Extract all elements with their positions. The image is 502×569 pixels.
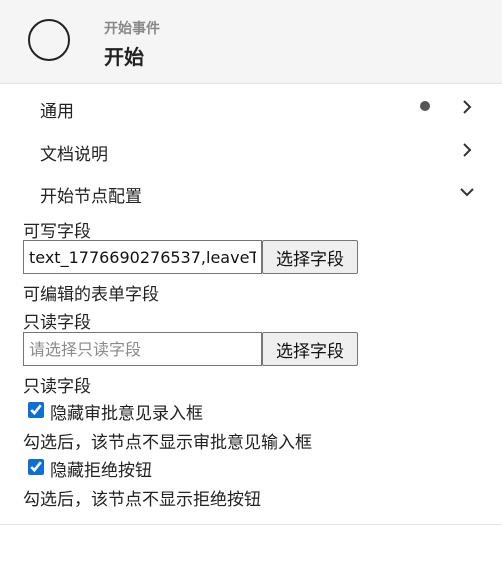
hide-reject-checkbox[interactable] [28,459,44,475]
section-documentation-label: 文档说明 [40,145,108,165]
hide-opinion-checkbox[interactable] [28,402,44,418]
writable-fields-input[interactable] [23,240,262,274]
readonly-fields-label: 只读字段 [23,313,91,333]
hide-reject-hint: 勾选后，该节点不显示拒绝按钮 [23,490,261,510]
hide-opinion-label[interactable]: 隐藏审批意见录入框 [50,399,203,424]
section-start-config-label: 开始节点配置 [40,187,142,207]
readonly-select-field-button[interactable]: 选择字段 [262,332,358,366]
writable-fields-label: 可写字段 [23,222,91,242]
writable-fields-hint: 可编辑的表单字段 [23,285,159,305]
element-type-label: 开始事件 [104,21,160,37]
hide-opinion-hint: 勾选后，该节点不显示审批意见输入框 [23,433,312,453]
section-general-label: 通用 [40,102,74,122]
chevron-right-icon [463,100,472,114]
readonly-fields-hint: 只读字段 [23,377,91,397]
writable-select-field-button[interactable]: 选择字段 [262,240,358,274]
divider [0,524,502,525]
section-documentation[interactable]: 文档说明 [0,130,502,170]
hide-reject-label[interactable]: 隐藏拒绝按钮 [50,456,152,481]
readonly-fields-input[interactable] [23,332,262,366]
dot-indicator-icon [420,101,430,111]
element-name-title: 开始 [104,45,144,69]
chevron-down-icon [460,188,474,197]
start-event-circle-icon [28,19,70,61]
section-start-config[interactable]: 开始节点配置 [0,172,502,212]
panel-header: 开始事件 开始 [0,0,502,84]
chevron-right-icon [463,143,472,157]
